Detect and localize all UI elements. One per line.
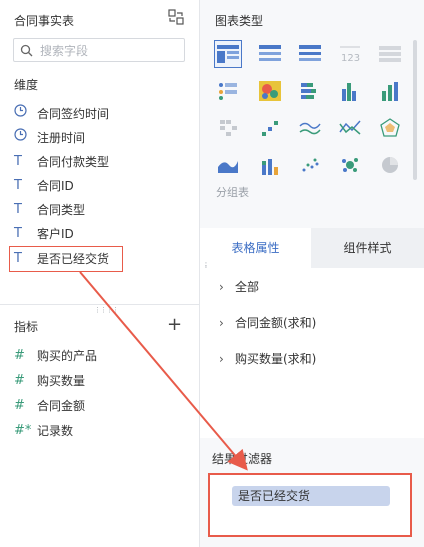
drag-arrow	[79, 271, 248, 471]
